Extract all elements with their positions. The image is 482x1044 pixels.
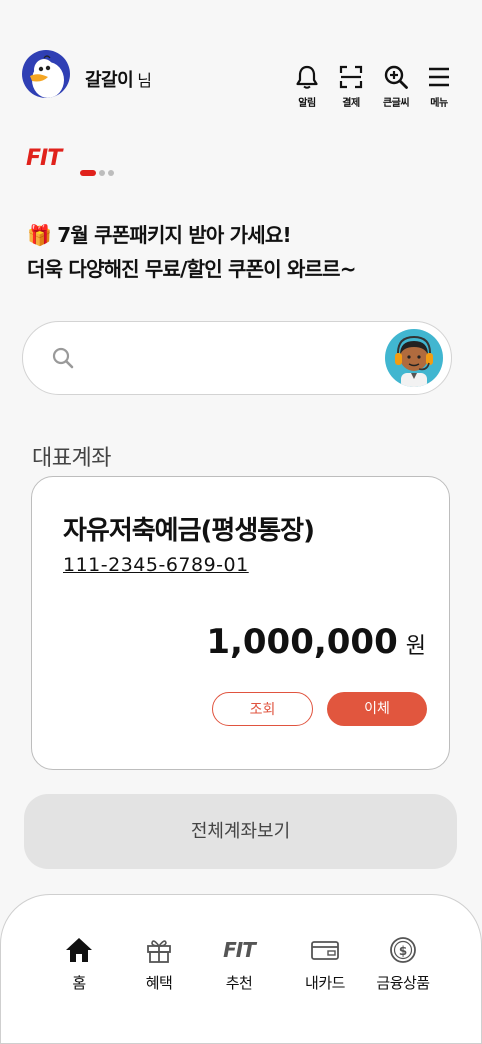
fit-icon: FIT — [223, 938, 256, 962]
fit-logo: FIT — [26, 146, 62, 171]
account-number[interactable]: 111-2345-6789-01 — [63, 554, 249, 576]
payment-button[interactable]: 결제 — [333, 64, 369, 109]
assistant-agent-avatar[interactable] — [385, 329, 443, 387]
account-balance: 1,000,000 원 — [206, 622, 426, 662]
card-icon — [311, 941, 339, 960]
username-suffix: 님 — [137, 71, 152, 90]
large-text-button[interactable]: 큰글씨 — [378, 64, 414, 109]
nav-financial-products-label: 금융상품 — [376, 974, 430, 992]
promo-headline: 🎁 7월 쿠폰패키지 받아 가세요! — [27, 218, 356, 252]
nav-recommend[interactable]: FIT 추천 — [204, 936, 274, 993]
headset-agent-icon — [395, 335, 433, 387]
nav-home[interactable]: 홈 — [44, 936, 114, 993]
view-all-accounts-button[interactable]: 전체계좌보기 — [24, 794, 457, 869]
nav-benefits[interactable]: 혜택 — [124, 936, 194, 993]
nav-my-card-label: 내카드 — [305, 974, 345, 992]
gift-icon — [147, 940, 171, 963]
carousel-indicator — [80, 162, 117, 181]
gift-emoji-icon: 🎁 — [27, 223, 52, 247]
zoom-in-icon — [384, 65, 408, 89]
nav-my-card[interactable]: 내카드 — [290, 936, 360, 993]
nav-home-label: 홈 — [72, 974, 86, 992]
username: 갈갈이 — [85, 70, 134, 91]
carousel-dot[interactable] — [99, 169, 105, 176]
transfer-button[interactable]: 이체 — [327, 692, 427, 726]
promo-headline-text: 7월 쿠폰패키지 받아 가세요! — [57, 223, 291, 247]
carousel-dot[interactable] — [108, 169, 114, 176]
menu-button[interactable]: 메뉴 — [421, 64, 457, 109]
account-name: 자유저축예금(평생통장) — [63, 516, 315, 546]
nav-recommend-label: 추천 — [225, 974, 253, 992]
home-icon — [66, 938, 92, 962]
scan-icon — [339, 65, 363, 89]
balance-amount: 1,000,000 — [206, 622, 398, 662]
large-text-label: 큰글씨 — [382, 98, 410, 109]
dollar-coin-icon: $ — [390, 937, 416, 963]
notification-button[interactable]: 알림 — [289, 64, 325, 109]
search-bar[interactable] — [22, 321, 452, 395]
balance-currency: 원 — [405, 634, 426, 659]
duck-avatar-icon — [30, 55, 64, 98]
menu-label: 메뉴 — [430, 98, 448, 109]
username-greeting: 갈갈이 님 — [85, 66, 152, 92]
promo-subline: 더욱 다양해진 무료/할인 쿠폰이 와르르~ — [27, 257, 357, 281]
nav-benefits-label: 혜택 — [145, 974, 173, 992]
notification-label: 알림 — [298, 98, 316, 109]
nav-financial-products[interactable]: $ 금융상품 — [368, 936, 438, 993]
inquiry-button[interactable]: 조회 — [212, 692, 313, 726]
payment-label: 결제 — [342, 98, 360, 109]
menu-icon — [429, 67, 449, 87]
carousel-dot-active[interactable] — [80, 169, 96, 176]
avatar[interactable] — [22, 50, 70, 98]
search-input[interactable] — [95, 342, 389, 376]
promo-banner[interactable]: 🎁 7월 쿠폰패키지 받아 가세요! 더욱 다양해진 무료/할인 쿠폰이 와르르… — [27, 218, 357, 286]
section-title-main-account: 대표계좌 — [32, 446, 111, 471]
bell-icon — [296, 65, 318, 89]
search-icon[interactable] — [51, 346, 75, 370]
svg-text:$: $ — [399, 944, 407, 958]
